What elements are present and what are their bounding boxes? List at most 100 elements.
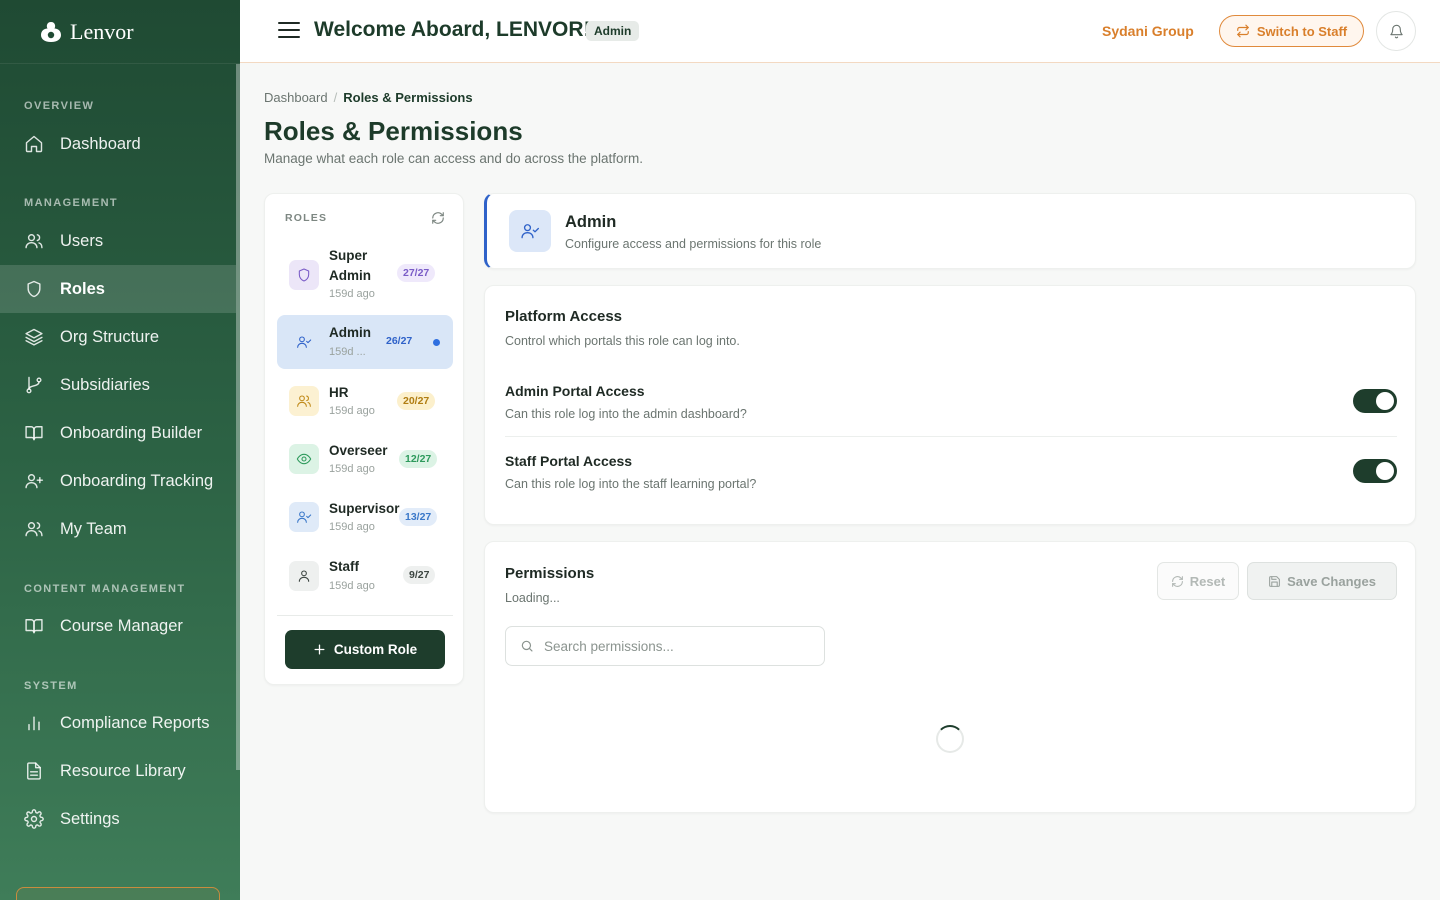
sidebar-item-label: Onboarding Builder (60, 423, 203, 442)
users-icon (289, 386, 319, 416)
layers-icon (25, 328, 43, 346)
search-permissions-input[interactable] (544, 638, 804, 654)
sidebar-scrollbar[interactable] (236, 64, 240, 770)
role-count-badge: 9/27 (403, 566, 436, 584)
platform-access-card: Platform Access Control which portals th… (484, 285, 1416, 525)
sidebar-item-resource-library[interactable]: Resource Library (0, 747, 236, 795)
sidebar-item-roles[interactable]: Roles (0, 265, 236, 313)
role-date: 159d ago (329, 521, 375, 533)
switch-to-staff-button[interactable]: Switch to Staff (1219, 15, 1364, 47)
staff-portal-access-row: Staff Portal Access Can this role log in… (505, 453, 1397, 513)
reset-button[interactable]: Reset (1157, 562, 1239, 600)
sidebar-item-onboarding-tracking[interactable]: Onboarding Tracking (0, 457, 236, 505)
logo[interactable]: Lenvor (0, 0, 240, 64)
reset-label: Reset (1189, 573, 1226, 589)
sidebar-item-users[interactable]: Users (0, 217, 236, 265)
role-item-staff[interactable]: Staff 159d ago 9/27 (277, 549, 453, 603)
custom-role-label: Custom Role (333, 642, 418, 657)
sidebar-item-course-manager[interactable]: Course Manager (0, 602, 236, 650)
role-item-hr[interactable]: HR 159d ago 20/27 (277, 374, 453, 428)
selected-role-title: Admin (565, 213, 617, 231)
role-name: HR (329, 385, 349, 400)
sidebar-item-settings[interactable]: Settings (0, 795, 236, 843)
sidebar-item-onboarding-builder[interactable]: Onboarding Builder (0, 409, 236, 457)
loading-spinner (936, 725, 964, 753)
search-icon (521, 640, 533, 652)
role-name: Admin (329, 325, 371, 340)
git-branch-icon (26, 376, 42, 394)
selected-indicator (433, 339, 440, 346)
breadcrumb: Dashboard / Roles & Permissions (264, 90, 473, 105)
save-changes-button[interactable]: Save Changes (1247, 562, 1397, 600)
add-custom-role-button[interactable]: Custom Role (285, 630, 445, 669)
shield-icon (27, 280, 41, 298)
plus-icon (314, 644, 325, 655)
staff-portal-label: Staff Portal Access (505, 453, 633, 469)
staff-portal-toggle[interactable] (1353, 459, 1397, 483)
refresh-icon[interactable] (431, 211, 445, 230)
role-item-admin[interactable]: Admin 159d ... 26/27 (277, 315, 453, 369)
breadcrumb-separator: / (333, 90, 338, 105)
sidebar-item-subsidiaries[interactable]: Subsidiaries (0, 361, 236, 409)
role-date: 159d ago (329, 288, 375, 300)
role-count-badge: 20/27 (397, 392, 436, 410)
breadcrumb-root[interactable]: Dashboard (264, 90, 328, 105)
access-divider (505, 436, 1397, 437)
roles-panel: ROLES Super Admin 159d ago 27/27 Admin 1… (264, 193, 464, 685)
role-date: 159d ago (329, 463, 375, 475)
sidebar-item-compliance-reports[interactable]: Compliance Reports (0, 699, 236, 747)
sidebar: Lenvor OVERVIEW Dashboard MANAGEMENT Use… (0, 0, 240, 900)
sidebar-item-label: Settings (60, 809, 120, 828)
users-icon (25, 522, 43, 537)
role-name: Super Admin (329, 246, 371, 286)
save-icon (1269, 575, 1280, 587)
admin-portal-toggle[interactable] (1353, 389, 1397, 413)
role-date: 159d ... (329, 346, 366, 358)
top-header: Welcome Aboard, LENVOR! Admin Sydani Gro… (240, 0, 1440, 63)
user-check-icon (289, 327, 319, 357)
sidebar-item-label: Roles (60, 279, 105, 298)
role-count-badge: 12/27 (399, 450, 438, 468)
book-open-icon (25, 426, 43, 441)
role-badge: Admin (586, 21, 640, 41)
roles-divider (277, 615, 453, 616)
save-label: Save Changes (1287, 573, 1376, 589)
org-name-link[interactable]: Sydani Group (1102, 23, 1194, 39)
sidebar-bottom-card[interactable] (16, 887, 220, 900)
repeat-icon (1237, 24, 1249, 38)
selected-role-subtitle: Configure access and permissions for thi… (565, 237, 822, 251)
menu-toggle-icon[interactable] (278, 22, 300, 40)
role-count-badge: 13/27 (399, 508, 438, 526)
users-icon (25, 234, 43, 249)
page-title: Roles & Permissions (264, 116, 523, 146)
role-date: 159d ago (329, 405, 375, 417)
user-check-icon (509, 210, 551, 252)
page-subtitle: Manage what each role can access and do … (264, 151, 643, 166)
admin-portal-access-row: Admin Portal Access Can this role log in… (505, 383, 1397, 443)
platform-access-subtitle: Control which portals this role can log … (505, 334, 740, 348)
role-item-overseer[interactable]: Overseer 159d ago 12/27 (277, 432, 453, 486)
file-text-icon (27, 762, 41, 780)
role-item-super-admin[interactable]: Super Admin 159d ago 27/27 (277, 242, 453, 304)
permissions-card: Permissions Loading... Reset Save Change… (484, 541, 1416, 813)
admin-portal-label: Admin Portal Access (505, 383, 645, 399)
section-management: MANAGEMENT (24, 197, 119, 209)
notifications-button[interactable] (1376, 11, 1416, 51)
staff-portal-desc: Can this role log into the staff learnin… (505, 477, 757, 491)
switch-label: Switch to Staff (1256, 23, 1348, 39)
user-icon (289, 561, 319, 591)
lenvor-logo-icon (41, 21, 61, 42)
sidebar-item-my-team[interactable]: My Team (0, 505, 236, 553)
sidebar-item-org-structure[interactable]: Org Structure (0, 313, 236, 361)
role-item-supervisor[interactable]: Supervisor 159d ago 13/27 (277, 490, 453, 544)
sidebar-item-dashboard[interactable]: Dashboard (0, 120, 236, 168)
section-content-management: CONTENT MANAGEMENT (24, 583, 186, 595)
sidebar-item-label: My Team (60, 519, 127, 538)
section-system: SYSTEM (24, 680, 78, 692)
role-name-line1: Super (329, 248, 368, 263)
breadcrumb-current: Roles & Permissions (343, 90, 473, 105)
role-count-badge: 27/27 (397, 264, 436, 282)
brand-name: Lenvor (70, 18, 134, 44)
bell-icon (1389, 24, 1403, 38)
user-plus-icon (25, 474, 44, 489)
